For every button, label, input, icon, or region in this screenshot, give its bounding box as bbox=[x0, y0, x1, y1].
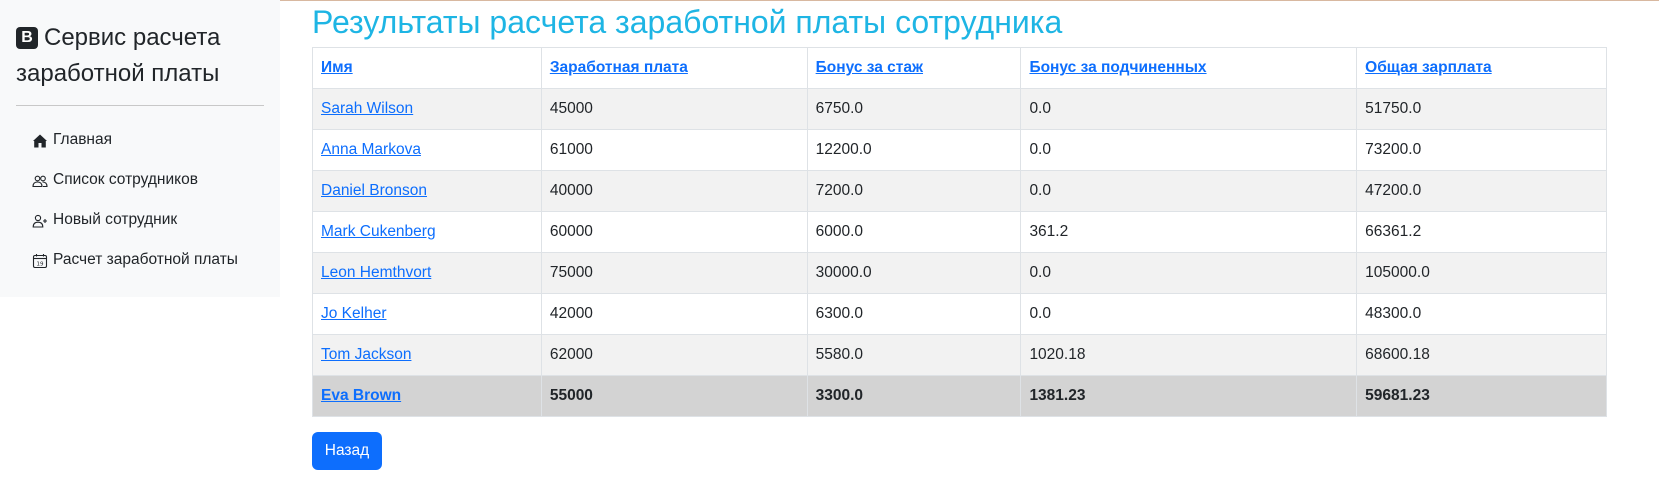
table-row-highlighted: Eva Brown 55000 3300.0 1381.23 59681.23 bbox=[312, 375, 1607, 417]
cell-total-salary: 66361.2 bbox=[1356, 211, 1607, 253]
cell-seniority-bonus: 7200.0 bbox=[806, 170, 1022, 212]
table-row: Mark Cukenberg 60000 6000.0 361.2 66361.… bbox=[312, 211, 1607, 253]
salary-results-table: Имя Заработная плата Бонус за стаж Бонус… bbox=[312, 47, 1607, 417]
employee-link[interactable]: Jo Kelher bbox=[321, 305, 386, 322]
back-button[interactable]: Назад bbox=[312, 432, 382, 470]
column-header-name: Имя bbox=[312, 47, 542, 89]
sidebar-divider bbox=[16, 105, 264, 106]
cell-salary: 40000 bbox=[540, 170, 808, 212]
cell-total-salary: 105000.0 bbox=[1356, 252, 1607, 294]
sidebar-item-label: Список сотрудников bbox=[53, 171, 198, 188]
table-row: Sarah Wilson 45000 6750.0 0.0 51750.0 bbox=[312, 88, 1607, 130]
cell-total-salary: 59681.23 bbox=[1356, 375, 1607, 417]
column-header-subordinates-bonus: Бонус за подчиненных bbox=[1020, 47, 1358, 89]
employee-link[interactable]: Sarah Wilson bbox=[321, 100, 413, 117]
cell-subordinates-bonus: 1020.18 bbox=[1020, 334, 1358, 376]
cell-salary: 61000 bbox=[540, 129, 808, 171]
table-row: Anna Markova 61000 12200.0 0.0 73200.0 bbox=[312, 129, 1607, 171]
cell-salary: 42000 bbox=[540, 293, 808, 335]
employee-link[interactable]: Tom Jackson bbox=[321, 346, 411, 363]
cell-total-salary: 47200.0 bbox=[1356, 170, 1607, 212]
house-icon bbox=[32, 133, 48, 149]
employee-link[interactable]: Mark Cukenberg bbox=[321, 223, 436, 240]
brand[interactable]: B Сервис расчета заработной платы bbox=[16, 20, 264, 92]
table-row: Daniel Bronson 40000 7200.0 0.0 47200.0 bbox=[312, 170, 1607, 212]
cell-name: Daniel Bronson bbox=[312, 170, 542, 212]
sidebar-nav: Главная Список сотрудников Новый сотрудн… bbox=[32, 131, 238, 291]
cell-total-salary: 51750.0 bbox=[1356, 88, 1607, 130]
cell-name: Sarah Wilson bbox=[312, 88, 542, 130]
cell-salary: 45000 bbox=[540, 88, 808, 130]
cell-subordinates-bonus: 0.0 bbox=[1020, 129, 1358, 171]
sort-link-total-salary[interactable]: Общая зарплата bbox=[1365, 59, 1492, 76]
sidebar-item-label: Главная bbox=[53, 131, 112, 148]
cell-seniority-bonus: 12200.0 bbox=[806, 129, 1022, 171]
table-header-row: Имя Заработная плата Бонус за стаж Бонус… bbox=[312, 47, 1607, 89]
cell-seniority-bonus: 6000.0 bbox=[806, 211, 1022, 253]
cell-subordinates-bonus: 0.0 bbox=[1020, 252, 1358, 294]
bootstrap-logo-icon: B bbox=[16, 27, 38, 49]
cell-salary: 75000 bbox=[540, 252, 808, 294]
sort-link-subordinates-bonus[interactable]: Бонус за подчиненных bbox=[1029, 59, 1206, 76]
page-title: Результаты расчета заработной платы сотр… bbox=[312, 4, 1063, 40]
employee-link[interactable]: Anna Markova bbox=[321, 141, 421, 158]
employee-link[interactable]: Eva Brown bbox=[321, 387, 401, 404]
sidebar-item-label: Новый сотрудник bbox=[53, 211, 178, 228]
cell-name: Tom Jackson bbox=[312, 334, 542, 376]
cell-subordinates-bonus: 1381.23 bbox=[1020, 375, 1358, 417]
calendar-icon: 19 bbox=[32, 253, 48, 269]
svg-text:19: 19 bbox=[37, 262, 44, 268]
cell-name: Anna Markova bbox=[312, 129, 542, 171]
column-header-salary: Заработная плата bbox=[540, 47, 808, 89]
column-header-seniority-bonus: Бонус за стаж bbox=[806, 47, 1022, 89]
table-row: Tom Jackson 62000 5580.0 1020.18 68600.1… bbox=[312, 334, 1607, 376]
cell-seniority-bonus: 6300.0 bbox=[806, 293, 1022, 335]
sidebar-item-home[interactable]: Главная bbox=[32, 131, 238, 171]
cell-seniority-bonus: 30000.0 bbox=[806, 252, 1022, 294]
cell-subordinates-bonus: 0.0 bbox=[1020, 88, 1358, 130]
cell-name: Jo Kelher bbox=[312, 293, 542, 335]
sidebar-item-label: Расчет заработной платы bbox=[53, 251, 238, 268]
sidebar-item-employees[interactable]: Список сотрудников bbox=[32, 171, 238, 211]
sort-link-seniority-bonus[interactable]: Бонус за стаж bbox=[816, 59, 923, 76]
brand-title: Сервис расчета заработной платы bbox=[16, 24, 221, 87]
people-icon bbox=[32, 173, 48, 189]
cell-total-salary: 68600.18 bbox=[1356, 334, 1607, 376]
cell-seniority-bonus: 6750.0 bbox=[806, 88, 1022, 130]
sort-link-salary[interactable]: Заработная плата bbox=[550, 59, 688, 76]
column-header-total-salary: Общая зарплата bbox=[1356, 47, 1607, 89]
cell-name: Mark Cukenberg bbox=[312, 211, 542, 253]
employee-link[interactable]: Leon Hemthvort bbox=[321, 264, 431, 281]
table-row: Jo Kelher 42000 6300.0 0.0 48300.0 bbox=[312, 293, 1607, 335]
employee-link[interactable]: Daniel Bronson bbox=[321, 182, 427, 199]
sidebar: B Сервис расчета заработной платы Главная… bbox=[0, 0, 280, 297]
cell-seniority-bonus: 3300.0 bbox=[806, 375, 1022, 417]
cell-total-salary: 73200.0 bbox=[1356, 129, 1607, 171]
cell-name: Leon Hemthvort bbox=[312, 252, 542, 294]
cell-salary: 62000 bbox=[540, 334, 808, 376]
sort-link-name[interactable]: Имя bbox=[321, 59, 353, 76]
cell-subordinates-bonus: 361.2 bbox=[1020, 211, 1358, 253]
cell-salary: 55000 bbox=[540, 375, 808, 417]
cell-subordinates-bonus: 0.0 bbox=[1020, 293, 1358, 335]
sidebar-item-new-employee[interactable]: Новый сотрудник bbox=[32, 211, 238, 251]
cell-salary: 60000 bbox=[540, 211, 808, 253]
sidebar-item-salary-calc[interactable]: 19 Расчет заработной платы bbox=[32, 251, 238, 291]
cell-total-salary: 48300.0 bbox=[1356, 293, 1607, 335]
cell-subordinates-bonus: 0.0 bbox=[1020, 170, 1358, 212]
person-plus-icon bbox=[32, 213, 48, 229]
cell-seniority-bonus: 5580.0 bbox=[806, 334, 1022, 376]
cell-name: Eva Brown bbox=[312, 375, 542, 417]
table-row: Leon Hemthvort 75000 30000.0 0.0 105000.… bbox=[312, 252, 1607, 294]
